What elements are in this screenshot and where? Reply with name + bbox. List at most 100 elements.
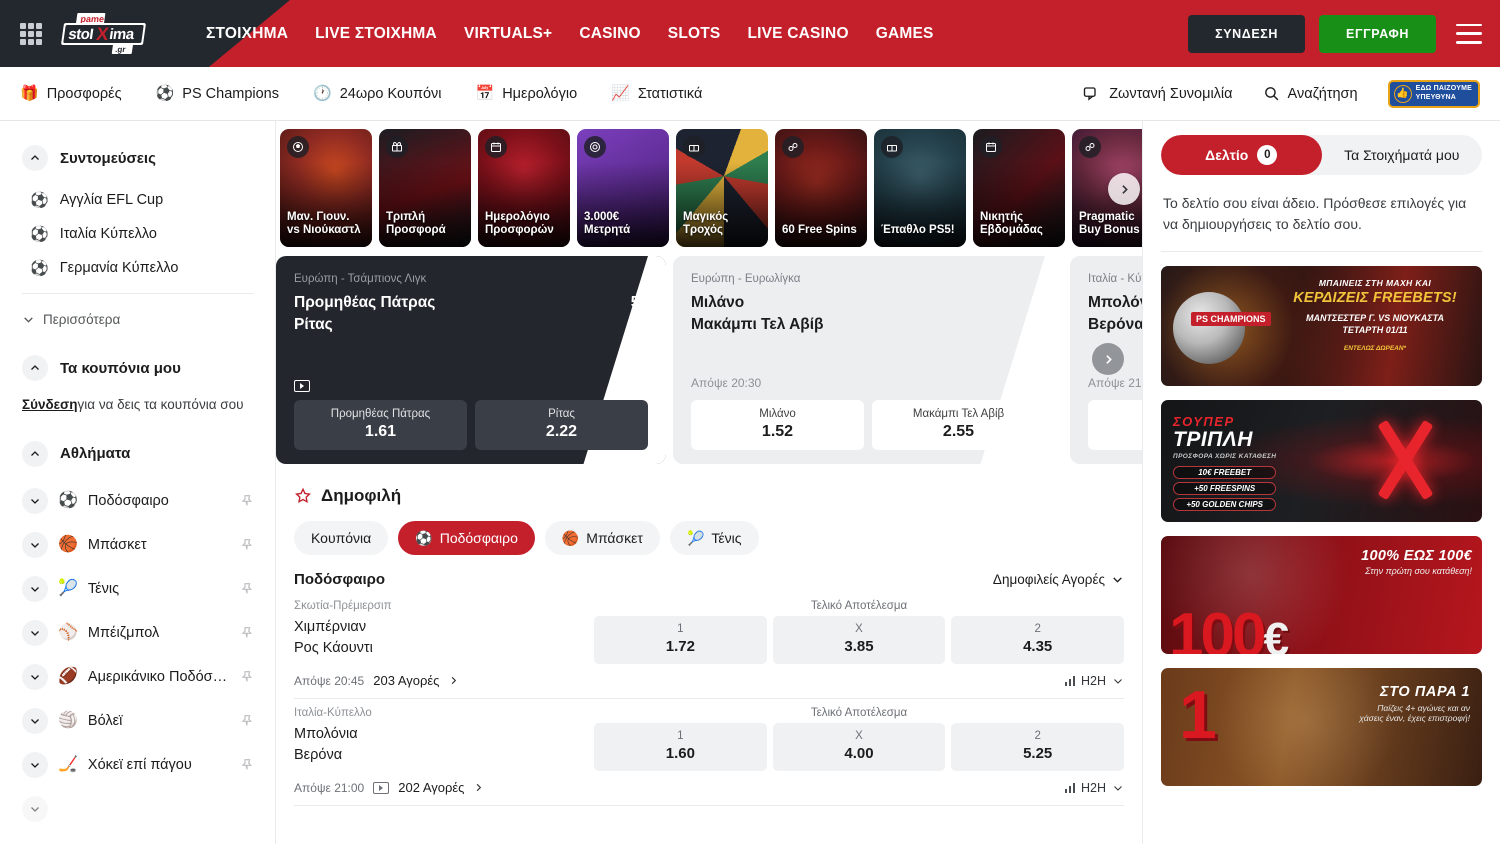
nav-item-live-stoixima[interactable]: LIVE ΣΤΟΙΧΗΜΑ <box>315 25 437 43</box>
live-stream-icon[interactable] <box>373 782 389 794</box>
sidebar-sport-volleyball[interactable]: 🏐 Βόλεϊ <box>0 699 275 743</box>
tab-my-bets[interactable]: Τα Στοιχήματά μου <box>1322 135 1483 175</box>
market-odds-row: 1 1.72 X 3.85 2 4.35 <box>594 616 1124 664</box>
sidebar-sport-next-partial[interactable] <box>0 787 275 831</box>
match-markets-count[interactable]: 202 Αγορές <box>398 780 464 795</box>
subnav-item-prosfores[interactable]: 🎁 Προσφορές <box>20 86 122 102</box>
promo-card-epathlo-ps5[interactable]: Έπαθλο PS5! <box>874 129 966 247</box>
sidebar-sport-american-football[interactable]: 🏈 Αμερικάνικο Ποδόσ… <box>0 655 275 699</box>
sidebar-section-shortcuts[interactable]: Συντομεύσεις <box>0 139 275 177</box>
pin-icon[interactable] <box>239 669 255 685</box>
sidebar-section-sports[interactable]: Αθλήματα <box>0 435 275 473</box>
promo-carousel-next-button[interactable] <box>1108 173 1140 205</box>
tab-tennis[interactable]: 🎾 Τένις <box>670 521 759 555</box>
promo-card-magikos-trochos[interactable]: Μαγικός Τροχός <box>676 129 768 247</box>
sidebar-section-my-coupons[interactable]: Τα κουπόνια μου <box>0 349 275 387</box>
nav-item-casino[interactable]: CASINO <box>579 25 640 43</box>
match-info[interactable]: Ιταλία-Κύπελλο Μπολόνια Βερόνα <box>294 707 594 765</box>
nav-item-live-casino[interactable]: LIVE CASINO <box>747 25 848 43</box>
nav-item-games[interactable]: GAMES <box>876 25 934 43</box>
pin-icon[interactable] <box>239 493 255 509</box>
pin-icon[interactable] <box>239 581 255 597</box>
sidebar-shortcut-italia-kypello[interactable]: ⚽ Ιταλία Κύπελλο <box>0 217 275 251</box>
promo-card-60-free-spins[interactable]: 60 Free Spins <box>775 129 867 247</box>
search-button[interactable]: Αναζήτηση <box>1263 85 1358 102</box>
chevron-down-icon[interactable] <box>22 796 48 822</box>
nav-item-stoixima[interactable]: ΣΤΟΙΧΗΜΑ <box>206 25 288 43</box>
featured-carousel-next-button[interactable] <box>1092 343 1124 375</box>
live-stream-icon[interactable] <box>294 380 310 392</box>
tab-kouponia[interactable]: Κουπόνια <box>294 521 388 555</box>
odd-button-x[interactable]: X 3.85 <box>773 616 946 664</box>
sidebar-sport-tennis[interactable]: 🎾 Τένις <box>0 567 275 611</box>
odd-button-2[interactable]: 2 4.35 <box>951 616 1124 664</box>
chevron-down-icon[interactable] <box>22 752 48 778</box>
chevron-right-icon[interactable] <box>473 782 484 793</box>
odd-button-2[interactable]: 2 5.25 <box>951 723 1124 771</box>
promo-card-tripli-prosfora[interactable]: Τριπλή Προσφορά <box>379 129 471 247</box>
apps-grid-icon[interactable] <box>20 23 42 45</box>
ad-banner-ps-champions[interactable]: PS CHAMPIONS ΜΠΑΙΝΕΙΣ ΣΤΗ ΜΑΧΗ ΚΑΙ ΚΕΡΔΙ… <box>1161 266 1482 386</box>
ad-banner-welcome-100[interactable]: 100 € 100% ΕΩΣ 100€ Στην πρώτη σου κατάθ… <box>1161 536 1482 654</box>
hamburger-menu-icon[interactable] <box>1456 24 1482 44</box>
match-info[interactable]: Σκωτία-Πρέμιερσιπ Χιμπέρνιαν Ρος Κάουντι <box>294 600 594 658</box>
subnav-item-statistika[interactable]: 📈 Στατιστικά <box>611 86 702 102</box>
sidebar-sport-ice-hockey[interactable]: 🏒 Χόκεϊ επί πάγου <box>0 743 275 787</box>
odd-button-1[interactable]: 1 1.60 <box>594 723 767 771</box>
ad-banner-sto-para-1[interactable]: 1 ΣΤΟ ΠΑΡΑ 1 Παίζεις 4+ αγώνες και αν χά… <box>1161 668 1482 786</box>
promo-card-nikitis-evdomadas[interactable]: Νικητής Εβδομάδας <box>973 129 1065 247</box>
login-button[interactable]: ΣΥΝΔΕΣΗ <box>1188 15 1305 53</box>
ad-banner-super-tripli[interactable]: ΣΟΥΠΕΡ ΤΡΙΠΛΗ ΠΡΟΣΦΟΡΑ ΧΩΡΙΣ ΚΑΤΑΘΕΣΗ 10… <box>1161 400 1482 522</box>
h2h-button[interactable]: H2H <box>1065 781 1124 795</box>
nav-item-slots[interactable]: SLOTS <box>668 25 721 43</box>
sidebar-sport-baseball[interactable]: ⚾ Μπέιζμπολ <box>0 611 275 655</box>
featured-team-name: Βερόνα <box>1088 316 1142 334</box>
live-chat-button[interactable]: Ζωντανή Συνομιλία <box>1083 85 1232 103</box>
odd-button-x[interactable]: X 4.00 <box>773 723 946 771</box>
chevron-right-icon[interactable] <box>448 675 459 686</box>
odd-button[interactable]: Μακάμπι Τελ Αβίβ 2.55 <box>872 400 1045 450</box>
sidebar-shortcut-germania-kypello[interactable]: ⚽ Γερμανία Κύπελλο <box>0 251 275 285</box>
featured-match-card-euroleague[interactable]: Ευρώπη - Ευρωλίγκα Μιλάνο Μακάμπι Τελ Αβ… <box>673 256 1063 464</box>
chevron-down-icon[interactable] <box>22 576 48 602</box>
chevron-down-icon[interactable] <box>22 708 48 734</box>
sidebar-shortcut-efl-cup[interactable]: ⚽ Αγγλία EFL Cup <box>0 183 275 217</box>
tab-betslip[interactable]: Δελτίο 0 <box>1161 135 1322 175</box>
odd-button[interactable]: Ρίτας 2.22 <box>475 400 648 450</box>
h2h-button[interactable]: H2H <box>1065 674 1124 688</box>
odd-button[interactable]: 1 1.60 <box>1088 400 1142 450</box>
pin-icon[interactable] <box>239 625 255 641</box>
promo-card-man-utd-newcastle[interactable]: Μαν. Γιουν. vs Νιούκαστλ <box>280 129 372 247</box>
tab-basket[interactable]: 🏀 Μπάσκετ <box>545 521 660 555</box>
signup-button[interactable]: ΕΓΓΡΑΦΗ <box>1319 15 1436 53</box>
pin-icon[interactable] <box>239 713 255 729</box>
subnav-item-imerologio[interactable]: 📅 Ημερολόγιο <box>476 86 578 102</box>
match-top: Ιταλία-Κύπελλο Μπολόνια Βερόνα Τελικό Απ… <box>294 707 1124 771</box>
odd-button[interactable]: Προμηθέας Πάτρας 1.61 <box>294 400 467 450</box>
chevron-down-icon[interactable] <box>22 488 48 514</box>
sidebar-shortcut-label: Ιταλία Κύπελλο <box>60 226 157 242</box>
pamestoixima-logo[interactable]: pame stoI X ima .gr <box>56 9 164 59</box>
odd-button[interactable]: Μιλάνο 1.52 <box>691 400 864 450</box>
featured-match-card-live[interactable]: Ευρώπη - Τσάμπιονς Λιγκ Προμηθέας Πάτρας… <box>276 256 666 464</box>
chevron-down-icon[interactable] <box>22 664 48 690</box>
subnav-item-24ora-kouponi[interactable]: 🕐 24ωρο Κουπόνι <box>313 86 442 102</box>
tab-podosfairo[interactable]: ⚽ Ποδόσφαιρο <box>398 521 535 555</box>
promo-card-imerologio-prosforon[interactable]: Ημερολόγιο Προσφορών <box>478 129 570 247</box>
promo-card-3000-metrita[interactable]: 3.000€ Μετρητά <box>577 129 669 247</box>
sidebar-more-button[interactable]: Περισσότερα <box>0 302 275 337</box>
responsible-gaming-badge[interactable]: 👍 ΕΔΩ ΠΑΙΖΟΥΜΕ ΥΠΕΥΘΥΝΑ <box>1388 80 1480 108</box>
chevron-down-icon[interactable] <box>22 532 48 558</box>
markets-selector[interactable]: Δημοφιλείς Αγορές <box>993 572 1124 587</box>
ad-line-2: Στην πρώτη σου κατάθεση! <box>1361 566 1472 576</box>
sidebar-sport-podosfairo[interactable]: ⚽ Ποδόσφαιρο <box>0 479 275 523</box>
subnav-item-ps-champions[interactable]: ⚽ PS Champions <box>156 86 279 102</box>
sidebar-login-link[interactable]: Σύνδεση <box>22 397 78 412</box>
odd-button-1[interactable]: 1 1.72 <box>594 616 767 664</box>
pin-icon[interactable] <box>239 757 255 773</box>
pin-icon[interactable] <box>239 537 255 553</box>
sidebar-sport-basket[interactable]: 🏀 Μπάσκετ <box>0 523 275 567</box>
nav-item-virtuals[interactable]: VIRTUALS+ <box>464 25 552 43</box>
chevron-down-icon[interactable] <box>22 620 48 646</box>
match-markets-count[interactable]: 203 Αγορές <box>373 673 439 688</box>
